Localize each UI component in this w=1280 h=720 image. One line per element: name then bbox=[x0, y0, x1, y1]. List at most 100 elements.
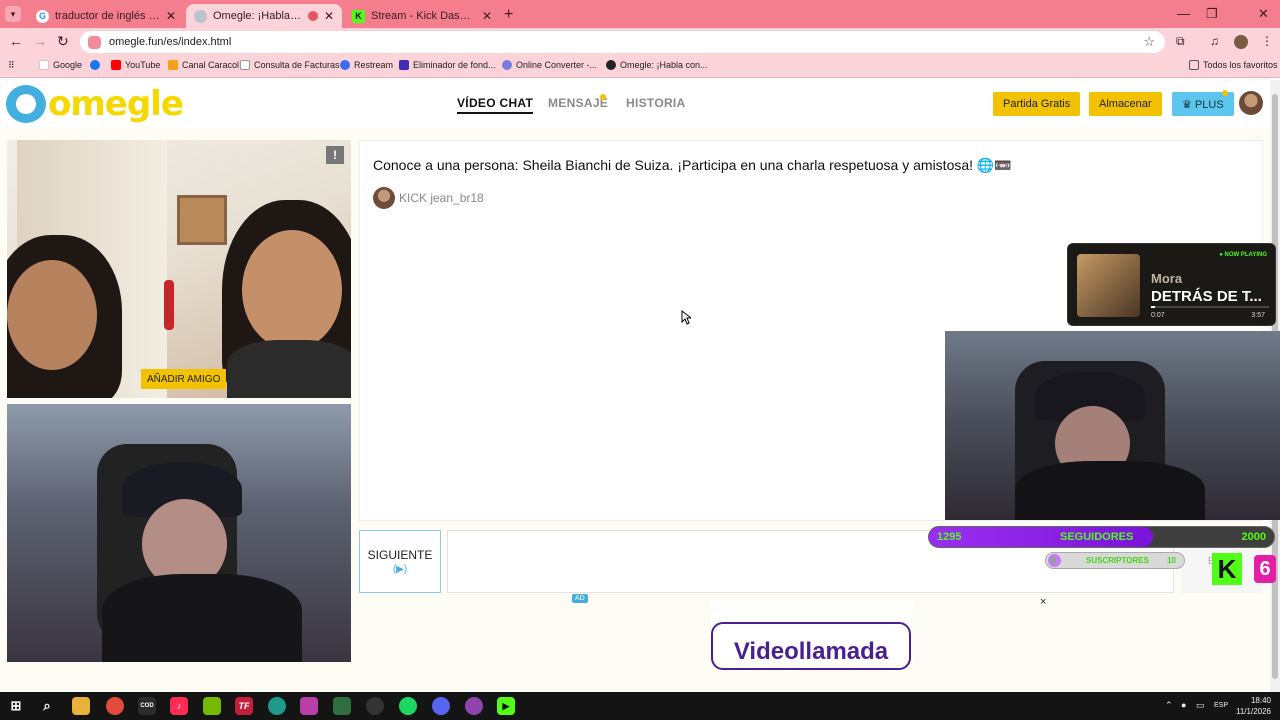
user-avatar[interactable] bbox=[1239, 91, 1263, 115]
stranger-intro: Conoce a una persona: Sheila Bianchi de … bbox=[373, 157, 1012, 173]
kick-icon: K bbox=[352, 9, 365, 23]
fire-extinguisher bbox=[164, 280, 174, 330]
followers-label: SEGUIDORES bbox=[1060, 531, 1134, 543]
close-icon[interactable]: ✕ bbox=[324, 9, 334, 23]
language-indicator[interactable]: ESP bbox=[1214, 702, 1228, 709]
search-icon[interactable]: ⌕ bbox=[38, 697, 56, 715]
person-face bbox=[7, 260, 97, 370]
facebook-icon bbox=[90, 60, 100, 70]
nvidia-icon[interactable] bbox=[203, 697, 221, 715]
all-bookmarks[interactable]: Todos los favoritos bbox=[1189, 60, 1278, 70]
followers-goal: 2000 bbox=[1241, 531, 1266, 543]
nav-video-chat[interactable]: VÍDEO CHAT bbox=[457, 96, 534, 114]
bookmark-label: Google bbox=[53, 60, 83, 70]
omegle-logo[interactable]: omegle bbox=[6, 84, 184, 124]
media-icon[interactable]: ♫ bbox=[1210, 34, 1219, 48]
now-playing-tag: ● NOW PLAYING bbox=[1219, 252, 1267, 258]
bookmark-label: Canal Caracol bbox=[182, 60, 240, 70]
close-icon[interactable]: ✕ bbox=[482, 9, 492, 23]
extensions-icon[interactable]: ⧉ bbox=[1176, 34, 1185, 49]
ad-badge: AD bbox=[572, 594, 588, 603]
omegle-icon bbox=[606, 60, 616, 70]
song-progress bbox=[1151, 306, 1269, 308]
terminal-icon[interactable] bbox=[333, 697, 351, 715]
minimize-icon[interactable]: — bbox=[1177, 6, 1190, 21]
tab-kick-dashboard[interactable]: K Stream - Kick Dashboard ✕ bbox=[344, 4, 500, 28]
next-label: SIGUIENTE bbox=[367, 548, 433, 562]
bookmark-google[interactable]: Google bbox=[39, 60, 82, 70]
report-button[interactable]: ! bbox=[326, 146, 344, 164]
logo-text: omegle bbox=[48, 84, 184, 124]
chat-bubble-icon bbox=[6, 85, 46, 123]
ad-banner[interactable]: Videollamada bbox=[711, 601, 913, 670]
new-tab-button[interactable]: + bbox=[504, 6, 513, 24]
apps-icon[interactable]: ⠿ bbox=[8, 60, 15, 71]
bookmark-omegle[interactable]: Omegle: ¡Habla con... bbox=[606, 60, 708, 70]
windows-taskbar: ⊞ ⌕ COD ♪ TF ▶ ⌃ ● ▭ ESP 18:40 11/1/2026 bbox=[0, 692, 1280, 720]
self-video bbox=[7, 404, 351, 662]
tab-title: Omegle: ¡Habla con Desconocidos! bbox=[213, 10, 304, 22]
app-icon[interactable] bbox=[300, 697, 318, 715]
discord-icon[interactable] bbox=[432, 697, 450, 715]
bookmark-star-icon[interactable]: ☆ bbox=[1143, 34, 1155, 50]
close-icon[interactable]: ✕ bbox=[166, 9, 176, 23]
spotify-icon[interactable] bbox=[399, 697, 417, 715]
edge-icon[interactable] bbox=[268, 697, 286, 715]
forward-icon[interactable]: → bbox=[33, 33, 47, 49]
bookmark-youtube[interactable]: YouTube bbox=[111, 60, 160, 70]
recording-icon bbox=[307, 11, 318, 21]
site-info-icon[interactable] bbox=[88, 35, 101, 49]
reload-icon[interactable]: ↻ bbox=[57, 33, 69, 50]
microphone-icon[interactable]: ● bbox=[1181, 700, 1186, 710]
bookmark-restream[interactable]: Restream bbox=[340, 60, 393, 70]
restore-icon[interactable]: ❐ bbox=[1206, 6, 1218, 22]
song-title: DETRÁS DE T... bbox=[1151, 288, 1262, 305]
clothing bbox=[227, 340, 351, 398]
back-icon[interactable]: ← bbox=[9, 33, 23, 49]
obs-icon[interactable] bbox=[366, 697, 384, 715]
address-bar[interactable]: omegle.fun/es/index.html ☆ bbox=[80, 31, 1165, 53]
bookmark-facebook[interactable] bbox=[90, 60, 104, 70]
kick-logo-icon: K bbox=[1212, 553, 1242, 585]
bookmark-label: Online Converter -... bbox=[516, 60, 598, 70]
converter-icon bbox=[502, 60, 512, 70]
stranger-video bbox=[7, 140, 351, 398]
bookmarks-bar: ⠿ Google YouTube Canal Caracol Consulta … bbox=[0, 56, 1280, 78]
profile-avatar[interactable] bbox=[1234, 35, 1248, 49]
clock[interactable]: 18:40 11/1/2026 bbox=[1236, 695, 1271, 717]
store-button[interactable]: Almacenar bbox=[1089, 92, 1162, 116]
bookmark-converter[interactable]: Online Converter -... bbox=[502, 60, 597, 70]
add-friend-button[interactable]: AÑADIR AMIGO bbox=[141, 369, 227, 389]
window-close-icon[interactable]: ✕ bbox=[1258, 6, 1269, 22]
file-explorer-icon[interactable] bbox=[72, 697, 90, 715]
bookmark-label: Omegle: ¡Habla con... bbox=[620, 60, 708, 70]
username: KICK jean_br18 bbox=[399, 191, 484, 205]
kick-app-icon[interactable]: ▶ bbox=[497, 697, 515, 715]
bookmark-facturas[interactable]: Consulta de Facturas bbox=[240, 60, 340, 70]
tray-chevron-icon[interactable]: ⌃ bbox=[1165, 700, 1173, 711]
menu-icon[interactable]: ⋮ bbox=[1261, 34, 1273, 48]
call-of-duty-icon[interactable]: COD bbox=[138, 697, 156, 715]
kick-counter: 6 bbox=[1254, 555, 1276, 583]
ad-close-icon[interactable]: × bbox=[1040, 596, 1046, 608]
user-avatar bbox=[373, 187, 395, 209]
free-game-button[interactable]: Partida Gratis bbox=[993, 92, 1081, 116]
nav-message[interactable]: MENSAJE bbox=[548, 96, 608, 110]
notification-dot bbox=[600, 94, 606, 100]
tab-google-translate[interactable]: G traductor de inglés - Buscar con Googl… bbox=[28, 4, 184, 28]
tiktok-icon[interactable]: ♪ bbox=[170, 697, 188, 715]
tab-search-button[interactable]: ▾ bbox=[5, 6, 21, 22]
tab-title: traductor de inglés - Buscar con Google bbox=[55, 10, 160, 22]
bookmark-remover[interactable]: Eliminador de fond... bbox=[399, 60, 496, 70]
google-icon bbox=[39, 60, 49, 70]
app-icon[interactable] bbox=[465, 697, 483, 715]
nav-history[interactable]: HISTORIA bbox=[626, 96, 686, 110]
chrome-icon[interactable] bbox=[106, 697, 124, 715]
bookmark-caracol[interactable]: Canal Caracol bbox=[168, 60, 239, 70]
tf-icon[interactable]: TF bbox=[235, 697, 253, 715]
windows-start-icon[interactable]: ⊞ bbox=[7, 697, 25, 715]
next-button[interactable]: SIGUIENTE (▶) bbox=[359, 530, 441, 593]
network-icon[interactable]: ▭ bbox=[1196, 700, 1205, 711]
document-icon bbox=[240, 60, 250, 70]
tab-omegle[interactable]: Omegle: ¡Habla con Desconocidos! ✕ bbox=[186, 4, 342, 28]
